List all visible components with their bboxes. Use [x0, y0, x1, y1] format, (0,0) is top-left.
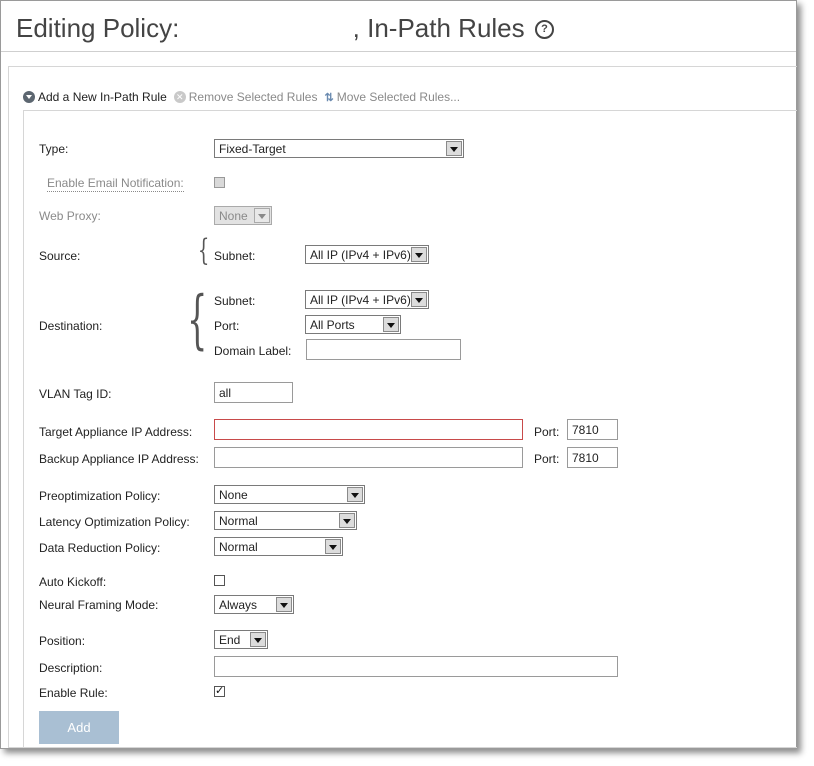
vlan-input[interactable]: all — [214, 382, 293, 403]
page-title: Editing Policy: , In-Path Rules — [16, 13, 525, 43]
data-reduction-value: Normal — [219, 540, 258, 554]
backup-ip-label: Backup Appliance IP Address: — [39, 452, 199, 466]
add-rule-action[interactable]: Add a New In-Path Rule — [23, 90, 167, 104]
destination-brace: { — [187, 283, 208, 357]
auto-kickoff-label: Auto Kickoff: — [39, 575, 107, 589]
target-port-input[interactable]: 7810 — [567, 419, 618, 440]
email-notification-label: Enable Email Notification: — [47, 176, 184, 192]
dest-subnet-label: Subnet: — [214, 294, 256, 308]
latency-select[interactable]: Normal — [214, 511, 357, 530]
type-label: Type: — [39, 142, 69, 156]
target-ip-label: Target Appliance IP Address: — [39, 425, 193, 439]
move-rules-action[interactable]: ⇅ Move Selected Rules... — [324, 90, 460, 104]
neural-framing-value: Always — [219, 598, 258, 612]
chevron-down-icon — [254, 208, 270, 223]
backup-ip-input[interactable] — [214, 447, 523, 468]
remove-rules-label: Remove Selected Rules — [188, 90, 318, 104]
latency-label: Latency Optimization Policy: — [39, 515, 190, 529]
remove-rules-action[interactable]: ✕ Remove Selected Rules — [173, 90, 318, 104]
chevron-down-icon — [383, 317, 399, 332]
backup-port-label: Port: — [534, 452, 560, 466]
dest-subnet-value: All IP (IPv4 + IPv6) — [310, 293, 411, 307]
description-label: Description: — [39, 661, 103, 675]
enable-rule-checkbox[interactable]: ✓ — [214, 686, 225, 697]
move-rules-label: Move Selected Rules... — [336, 90, 461, 104]
dest-port-select[interactable]: All Ports — [305, 315, 401, 334]
description-input[interactable] — [214, 656, 618, 677]
target-ip-input[interactable] — [214, 419, 523, 440]
chevron-down-icon — [411, 247, 427, 262]
domain-label-label: Domain Label: — [214, 344, 292, 358]
type-select-value: Fixed-Target — [219, 142, 286, 156]
destination-label: Destination: — [39, 319, 103, 333]
target-port-label: Port: — [534, 425, 560, 439]
target-port-value: 7810 — [572, 423, 599, 437]
neural-framing-label: Neural Framing Mode: — [39, 598, 159, 612]
chevron-down-circle-icon — [23, 91, 35, 103]
dest-port-value: All Ports — [310, 318, 355, 332]
data-reduction-select[interactable]: Normal — [214, 537, 343, 556]
position-value: End — [219, 633, 241, 647]
dest-port-label: Port: — [214, 319, 240, 333]
preopt-label: Preoptimization Policy: — [39, 489, 161, 503]
email-notification-checkbox[interactable] — [214, 177, 225, 188]
source-brace: { — [197, 233, 210, 268]
latency-value: Normal — [219, 514, 258, 528]
rules-toolbar: Add a New In-Path Rule ✕ Remove Selected… — [23, 89, 467, 105]
title-bar: Editing Policy: , In-Path Rules ? — [1, 1, 796, 52]
web-proxy-label: Web Proxy: — [39, 209, 101, 223]
chevron-down-icon — [411, 292, 427, 307]
type-select[interactable]: Fixed-Target — [214, 139, 464, 158]
domain-label-input[interactable] — [306, 339, 461, 360]
chevron-down-icon — [325, 539, 341, 554]
enable-rule-label: Enable Rule: — [39, 686, 108, 700]
chevron-down-icon — [446, 141, 462, 156]
source-subnet-label: Subnet: — [214, 249, 256, 263]
move-arrows-icon: ⇅ — [324, 91, 334, 104]
chevron-down-icon — [250, 632, 266, 647]
chevron-down-icon — [347, 487, 363, 502]
preopt-value: None — [219, 488, 248, 502]
position-label: Position: — [39, 634, 86, 648]
source-label: Source: — [39, 249, 81, 263]
neural-framing-select[interactable]: Always — [214, 595, 294, 614]
remove-circle-icon: ✕ — [173, 91, 186, 103]
vlan-label: VLAN Tag ID: — [39, 387, 112, 401]
add-rule-label: Add a New In-Path Rule — [38, 90, 167, 104]
web-proxy-select[interactable]: None — [214, 206, 272, 225]
preopt-select[interactable]: None — [214, 485, 365, 504]
add-button[interactable]: Add — [39, 711, 119, 744]
backup-port-value: 7810 — [572, 451, 599, 465]
dest-subnet-select[interactable]: All IP (IPv4 + IPv6) — [305, 290, 429, 309]
backup-port-input[interactable]: 7810 — [567, 447, 618, 468]
source-subnet-value: All IP (IPv4 + IPv6) — [310, 248, 411, 262]
help-icon[interactable]: ? — [535, 20, 554, 39]
chevron-down-icon — [276, 597, 292, 612]
web-proxy-value: None — [219, 209, 248, 223]
source-subnet-select[interactable]: All IP (IPv4 + IPv6) — [305, 245, 429, 264]
vlan-value: all — [219, 386, 232, 400]
auto-kickoff-checkbox[interactable] — [214, 575, 225, 586]
position-select[interactable]: End — [214, 630, 268, 649]
data-reduction-label: Data Reduction Policy: — [39, 541, 161, 555]
chevron-down-icon — [339, 513, 355, 528]
